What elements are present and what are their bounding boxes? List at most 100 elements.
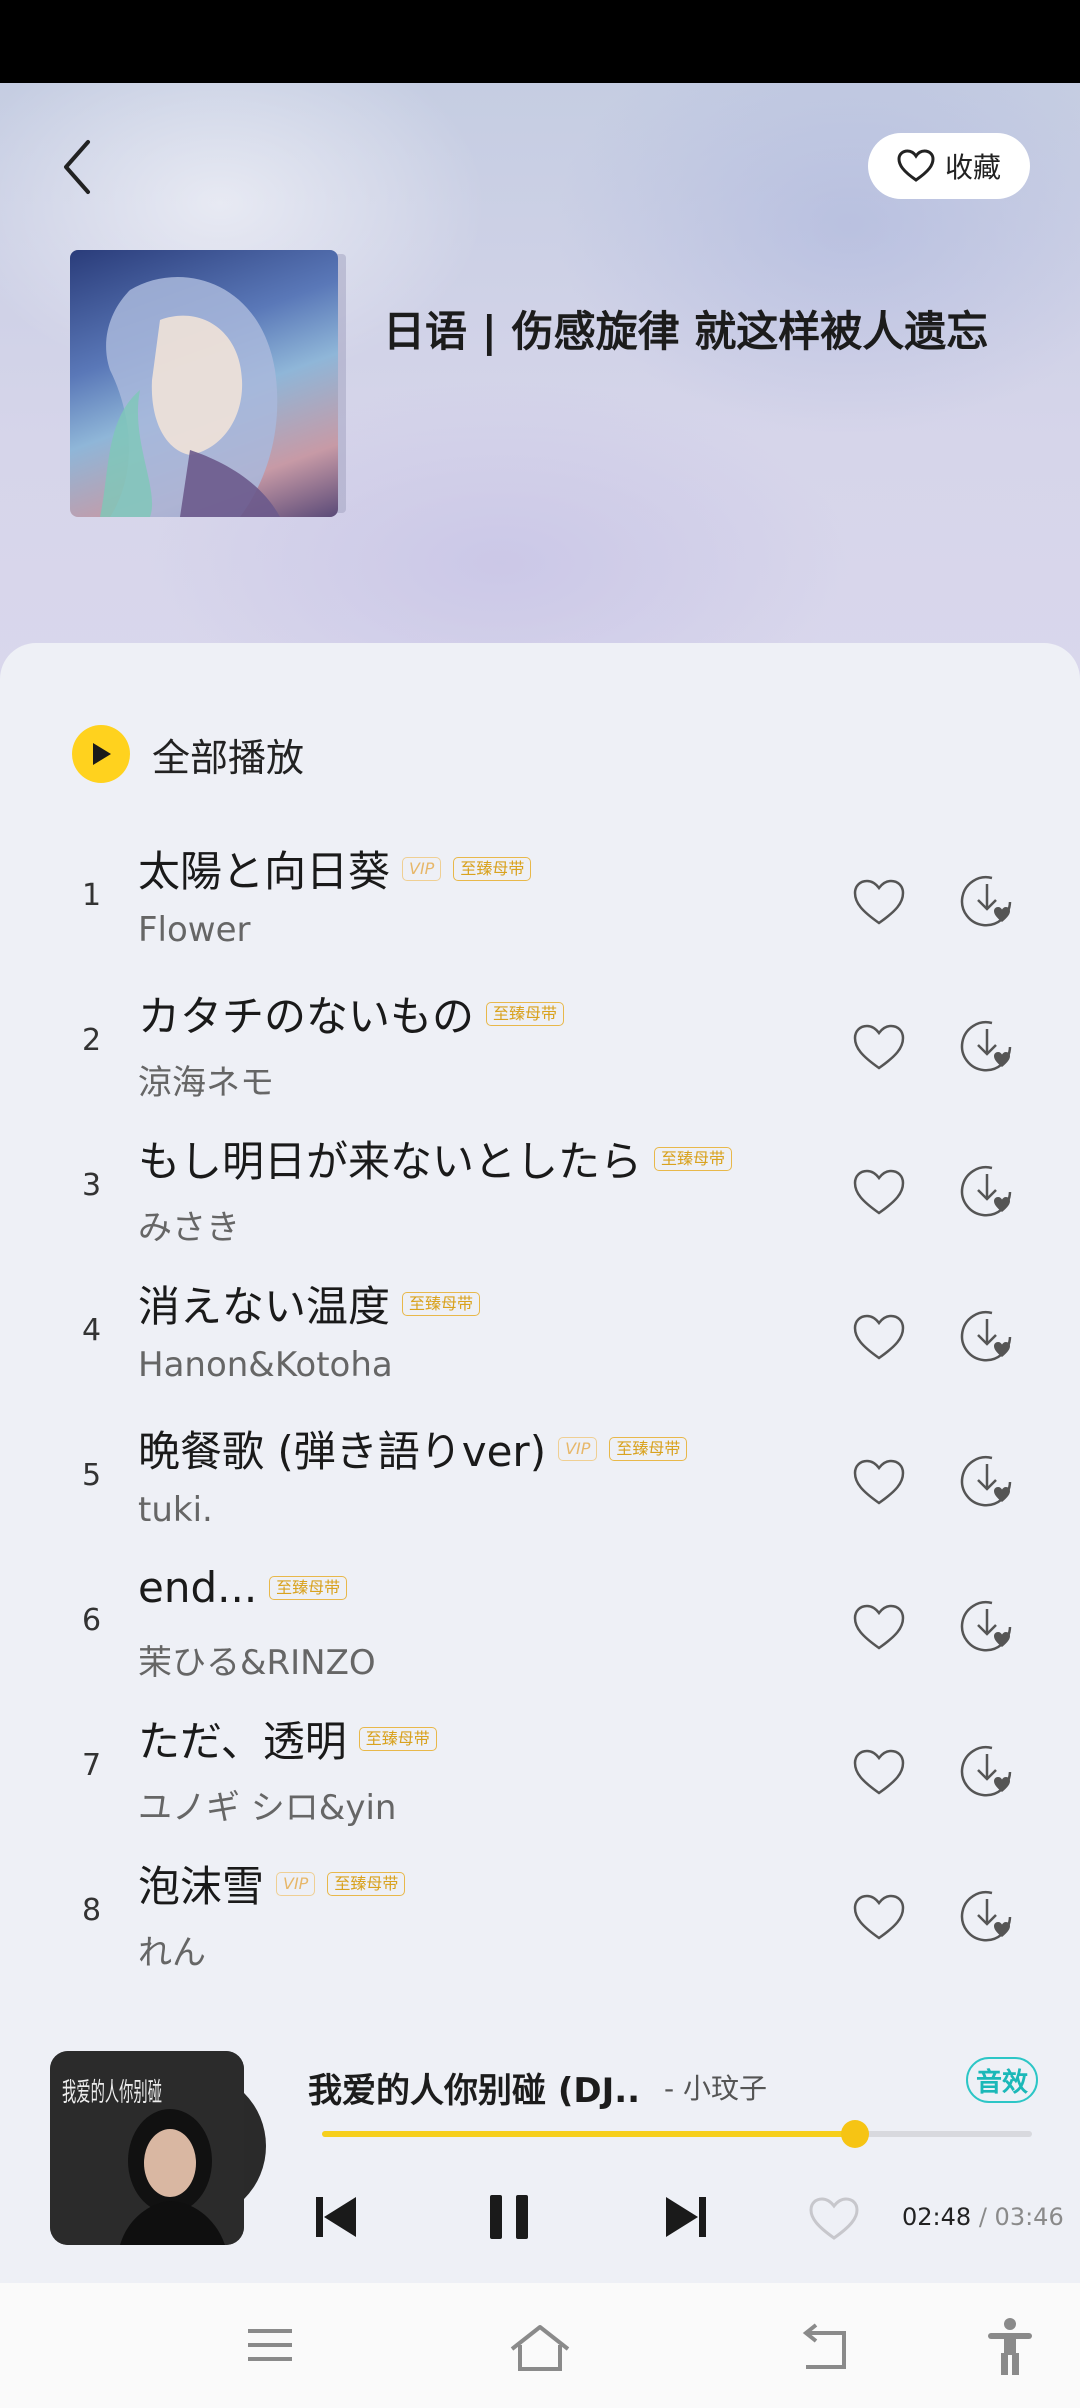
song-title-row: 泡沫雪 VIP 至臻母带 — [138, 1853, 406, 1914]
master-quality-badge: 至臻母带 — [327, 1871, 406, 1896]
now-playing-cover[interactable]: 我爱的人你别碰 — [50, 2051, 244, 2245]
song-row[interactable]: 6 end... 至臻母带 茉ひる&RINZO — [0, 1555, 1080, 1695]
download-button[interactable] — [958, 1597, 1016, 1655]
song-title-row: もし明日が来ないとしたら 至臻母带 — [138, 1128, 733, 1189]
master-quality-badge: 至臻母带 — [453, 856, 532, 881]
song-title: 泡沫雪 — [138, 1862, 265, 1911]
master-quality-badge: 至臻母带 — [269, 1575, 348, 1600]
like-button[interactable] — [852, 1458, 906, 1508]
song-index: 4 — [82, 1313, 102, 1348]
song-row[interactable]: 5 晩餐歌 (弾き語りver) VIP 至臻母带 tuki. — [0, 1410, 1080, 1550]
now-playing-title: 我爱的人你别碰 (DJ.. — [308, 2071, 641, 2111]
accessibility-icon — [988, 2318, 1032, 2375]
download-button[interactable] — [958, 1162, 1016, 1220]
heart-icon — [852, 1604, 906, 1657]
song-artist: ユノギ シロ&yin — [138, 1788, 397, 1828]
heart-icon — [852, 879, 906, 932]
heart-icon — [852, 1749, 906, 1802]
song-index: 8 — [82, 1893, 102, 1928]
song-title-row: カタチのないもの 至臻母带 — [138, 983, 565, 1044]
download-button[interactable] — [958, 1307, 1016, 1365]
download-button[interactable] — [958, 872, 1016, 930]
system-nav-bar — [0, 2283, 1080, 2408]
song-artist: 茉ひる&RINZO — [138, 1643, 376, 1683]
song-title: 太陽と向日葵 — [138, 847, 391, 896]
song-row[interactable]: 3 もし明日が来ないとしたら 至臻母带 みさき — [0, 1120, 1080, 1260]
progress-handle[interactable] — [840, 2120, 869, 2148]
like-button[interactable] — [852, 1168, 906, 1218]
song-row[interactable]: 7 ただ、透明 至臻母带 ユノギ シロ&yin — [0, 1700, 1080, 1840]
back-arrow-icon — [64, 140, 90, 194]
current-time: 02:48 — [902, 2203, 972, 2231]
download-icon — [958, 1891, 1016, 1949]
cover-artwork — [100, 276, 280, 517]
song-title: カタチのないもの — [138, 992, 475, 1041]
like-button[interactable] — [852, 1748, 906, 1798]
mini-player[interactable]: 我爱的人你别碰 我爱的人你别碰 (DJ.. - 小玟子 音效 02:48 / 0… — [0, 2013, 1080, 2283]
cover-art-text: 我爱的人你别碰 — [62, 2078, 162, 2108]
back-nav-button[interactable] — [798, 2323, 852, 2375]
song-index: 6 — [82, 1603, 102, 1638]
song-index: 5 — [82, 1458, 102, 1493]
status-bar — [0, 0, 1080, 83]
song-title: ただ、透明 — [138, 1717, 347, 1766]
menu-nav-button[interactable] — [246, 2323, 294, 2371]
song-artist: みさき — [138, 1208, 240, 1248]
like-button[interactable] — [852, 1603, 906, 1653]
download-button[interactable] — [958, 1452, 1016, 1510]
song-row[interactable]: 4 消えない温度 至臻母带 Hanon&Kotoha — [0, 1265, 1080, 1405]
download-icon — [958, 876, 1016, 934]
like-button[interactable] — [852, 1313, 906, 1363]
download-icon — [958, 1456, 1016, 1514]
back-button[interactable] — [52, 132, 112, 202]
song-title: もし明日が来ないとしたら — [138, 1137, 643, 1186]
vip-badge: VIP — [276, 1871, 316, 1896]
vip-badge: VIP — [558, 1436, 598, 1461]
favorite-button[interactable] — [808, 2196, 860, 2246]
song-row[interactable]: 8 泡沫雪 VIP 至臻母带 れん — [0, 1845, 1080, 1985]
song-title-row: ただ、透明 至臻母带 — [138, 1708, 437, 1769]
play-icon — [72, 725, 130, 783]
download-button[interactable] — [958, 1742, 1016, 1800]
download-icon — [958, 1601, 1016, 1659]
now-playing-artist: - 小玟子 — [664, 2072, 768, 2105]
previous-button[interactable] — [312, 2193, 360, 2245]
song-title: 晩餐歌 (弾き語りver) — [138, 1427, 547, 1476]
home-nav-button[interactable] — [508, 2323, 572, 2377]
collect-label: 收藏 — [944, 151, 1001, 184]
progress-bar[interactable] — [322, 2120, 1032, 2148]
song-artist: tuki. — [138, 1490, 213, 1530]
skip-previous-icon — [316, 2197, 356, 2237]
like-button[interactable] — [852, 1893, 906, 1943]
download-button[interactable] — [958, 1017, 1016, 1075]
playlist-cover[interactable] — [70, 250, 338, 517]
home-icon — [510, 2325, 570, 2371]
heart-icon — [852, 1314, 906, 1367]
master-quality-badge: 至臻母带 — [609, 1436, 688, 1461]
song-row[interactable]: 2 カタチのないもの 至臻母带 涼海ネモ — [0, 975, 1080, 1115]
collect-button[interactable]: 收藏 — [868, 133, 1030, 199]
song-row[interactable]: 1 太陽と向日葵 VIP 至臻母带 Flower — [0, 830, 1080, 970]
song-title-row: 太陽と向日葵 VIP 至臻母带 — [138, 838, 532, 899]
play-all-button[interactable]: 全部播放 — [72, 725, 304, 783]
master-quality-badge: 至臻母带 — [486, 1001, 565, 1026]
cover-art: 我爱的人你别碰 — [50, 2051, 244, 2245]
song-title: 消えない温度 — [138, 1282, 391, 1331]
master-quality-badge: 至臻母带 — [358, 1726, 437, 1751]
song-artist: 涼海ネモ — [138, 1063, 274, 1103]
sound-effect-button[interactable]: 音效 — [966, 2057, 1038, 2103]
song-title: end... — [138, 1563, 258, 1612]
playback-time: 02:48 / 03:46 — [902, 2203, 1064, 2231]
song-index: 3 — [82, 1168, 102, 1203]
like-button[interactable] — [852, 1023, 906, 1073]
song-index: 2 — [82, 1023, 102, 1058]
like-button[interactable] — [852, 878, 906, 928]
master-quality-badge: 至臻母带 — [654, 1146, 733, 1171]
playlist-title: 日语 | 伤感旋律 就这样被人遗忘 — [383, 307, 989, 356]
heart-outline-icon — [809, 2197, 859, 2240]
next-button[interactable] — [662, 2193, 710, 2245]
accessibility-nav-button[interactable] — [984, 2317, 1036, 2379]
download-button[interactable] — [958, 1887, 1016, 1945]
download-icon — [958, 1311, 1016, 1369]
pause-button[interactable] — [486, 2193, 534, 2245]
